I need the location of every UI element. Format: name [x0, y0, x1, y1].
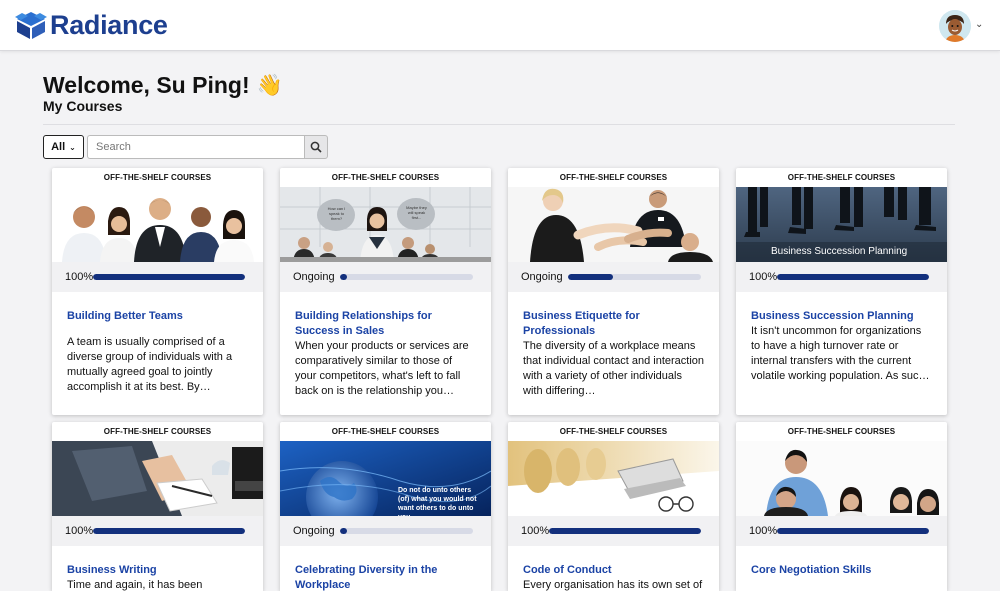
- progress-bar: [93, 528, 245, 534]
- course-description: It isn't uncommon for organizations to h…: [751, 325, 930, 382]
- course-card[interactable]: OFF-THE-SHELF COURSES 100% Code of Condu…: [508, 422, 719, 591]
- course-title[interactable]: Business Writing: [52, 563, 263, 578]
- category-filter-dropdown[interactable]: All ⌄: [43, 135, 84, 159]
- course-title[interactable]: Celebrating Diversity in the Workplace: [280, 563, 491, 591]
- course-thumbnail: [736, 441, 947, 516]
- course-title[interactable]: Core Negotiation Skills: [736, 563, 947, 578]
- progress-fill: [568, 274, 614, 280]
- app-logo[interactable]: Radiance: [14, 9, 168, 41]
- welcome-heading: Welcome, Su Ping! 👋: [43, 72, 283, 99]
- course-progress: 100%: [52, 516, 263, 546]
- progress-fill: [340, 528, 347, 534]
- progress-bar: [93, 274, 245, 280]
- progress-fill: [340, 274, 347, 280]
- progress-bar: [340, 528, 473, 534]
- user-avatar[interactable]: [939, 10, 971, 42]
- waving-hand-icon: 👋: [256, 73, 283, 97]
- course-tag: OFF-THE-SHELF COURSES: [331, 173, 440, 182]
- course-card[interactable]: OFF-THE-SHELF COURSES 100% Core Negotiat…: [736, 422, 947, 591]
- course-card[interactable]: OFF-THE-SHELF COURSES Ongoing Business E…: [508, 168, 719, 415]
- page-subtitle: My Courses: [43, 98, 123, 114]
- course-card[interactable]: OFF-THE-SHELF COURSES Business Successio…: [736, 168, 947, 415]
- search-icon: [310, 141, 322, 153]
- progress-fill: [93, 528, 245, 534]
- top-navbar: Radiance ⌄: [0, 0, 1000, 51]
- progress-status: 100%: [749, 271, 778, 283]
- course-tag: OFF-THE-SHELF COURSES: [103, 173, 212, 182]
- course-card[interactable]: OFF-THE-SHELF COURSES 100% Building Bett…: [52, 168, 263, 415]
- course-thumbnail: Do not do unto others (of) what you woul…: [280, 441, 491, 516]
- course-tag: OFF-THE-SHELF COURSES: [787, 427, 896, 436]
- course-card[interactable]: OFF-THE-SHELF COURSES 100% Business Writ…: [52, 422, 263, 591]
- progress-status: 100%: [521, 525, 550, 537]
- course-thumbnail: How can I speak to them? Maybe they will…: [280, 187, 491, 262]
- course-title[interactable]: Code of Conduct: [508, 563, 719, 578]
- course-progress: Ongoing: [508, 262, 719, 292]
- progress-fill: [777, 528, 929, 534]
- divider: [43, 124, 955, 125]
- progress-bar: [777, 274, 929, 280]
- course-tag: OFF-THE-SHELF COURSES: [559, 427, 668, 436]
- course-description: Every organisation has its own set of: [523, 579, 703, 591]
- chevron-down-icon: ⌄: [69, 142, 76, 152]
- logo-box-icon: [15, 12, 47, 39]
- course-thumbnail: Business Succession Planning: [736, 187, 947, 262]
- progress-status: Ongoing: [293, 271, 335, 283]
- progress-status: 100%: [65, 525, 94, 537]
- course-tag: OFF-THE-SHELF COURSES: [787, 173, 896, 182]
- course-progress: 100%: [508, 516, 719, 546]
- progress-bar: [549, 528, 701, 534]
- search-input[interactable]: [87, 135, 304, 159]
- course-description: The diversity of a workplace means that …: [523, 340, 705, 397]
- speech-bubble-left: How can I speak to them?: [327, 206, 346, 221]
- course-thumbnail: [52, 187, 263, 262]
- progress-bar: [777, 528, 929, 534]
- course-description: A team is usually comprised of a diverse…: [67, 336, 233, 393]
- progress-fill: [777, 274, 929, 280]
- progress-fill: [549, 528, 701, 534]
- progress-bar: [340, 274, 473, 280]
- course-thumbnail: [52, 441, 263, 516]
- course-card[interactable]: OFF-THE-SHELF COURSES Do not do unto oth…: [280, 422, 491, 591]
- progress-bar: [568, 274, 701, 280]
- course-thumbnail: [508, 441, 719, 516]
- course-tag: OFF-THE-SHELF COURSES: [559, 173, 668, 182]
- welcome-text: Welcome, Su Ping!: [43, 72, 250, 98]
- app-name: Radiance: [50, 9, 168, 40]
- course-thumbnail: [508, 187, 719, 262]
- progress-status: 100%: [65, 271, 94, 283]
- course-tag: OFF-THE-SHELF COURSES: [103, 427, 212, 436]
- course-title[interactable]: Business Succession Planning: [736, 309, 947, 324]
- progress-status: Ongoing: [521, 271, 563, 283]
- course-title[interactable]: Building Relationships for Success in Sa…: [280, 309, 491, 339]
- course-card[interactable]: OFF-THE-SHELF COURSES How can I speak to…: [280, 168, 491, 415]
- course-progress: Ongoing: [280, 262, 491, 292]
- course-tag: OFF-THE-SHELF COURSES: [331, 427, 440, 436]
- progress-fill: [93, 274, 245, 280]
- course-progress: 100%: [736, 262, 947, 292]
- speech-bubble-right: Maybe they will speak first...: [406, 205, 427, 220]
- course-title[interactable]: Business Etiquette for Professionals: [508, 309, 719, 339]
- search-button[interactable]: [304, 135, 328, 159]
- course-progress: 100%: [52, 262, 263, 292]
- course-progress: 100%: [736, 516, 947, 546]
- course-title[interactable]: Building Better Teams: [52, 309, 263, 324]
- thumbnail-caption: Do not do unto others (of) what you woul…: [398, 487, 477, 516]
- course-description: When your products or services are compa…: [295, 340, 469, 397]
- progress-status: 100%: [749, 525, 778, 537]
- course-description: Time and again, it has been: [67, 579, 203, 591]
- thumbnail-caption: Business Succession Planning: [771, 246, 908, 257]
- filter-selected-value: All: [51, 141, 66, 153]
- progress-status: Ongoing: [293, 525, 335, 537]
- course-progress: Ongoing: [280, 516, 491, 546]
- user-menu-chevron-icon[interactable]: ⌄: [975, 19, 983, 30]
